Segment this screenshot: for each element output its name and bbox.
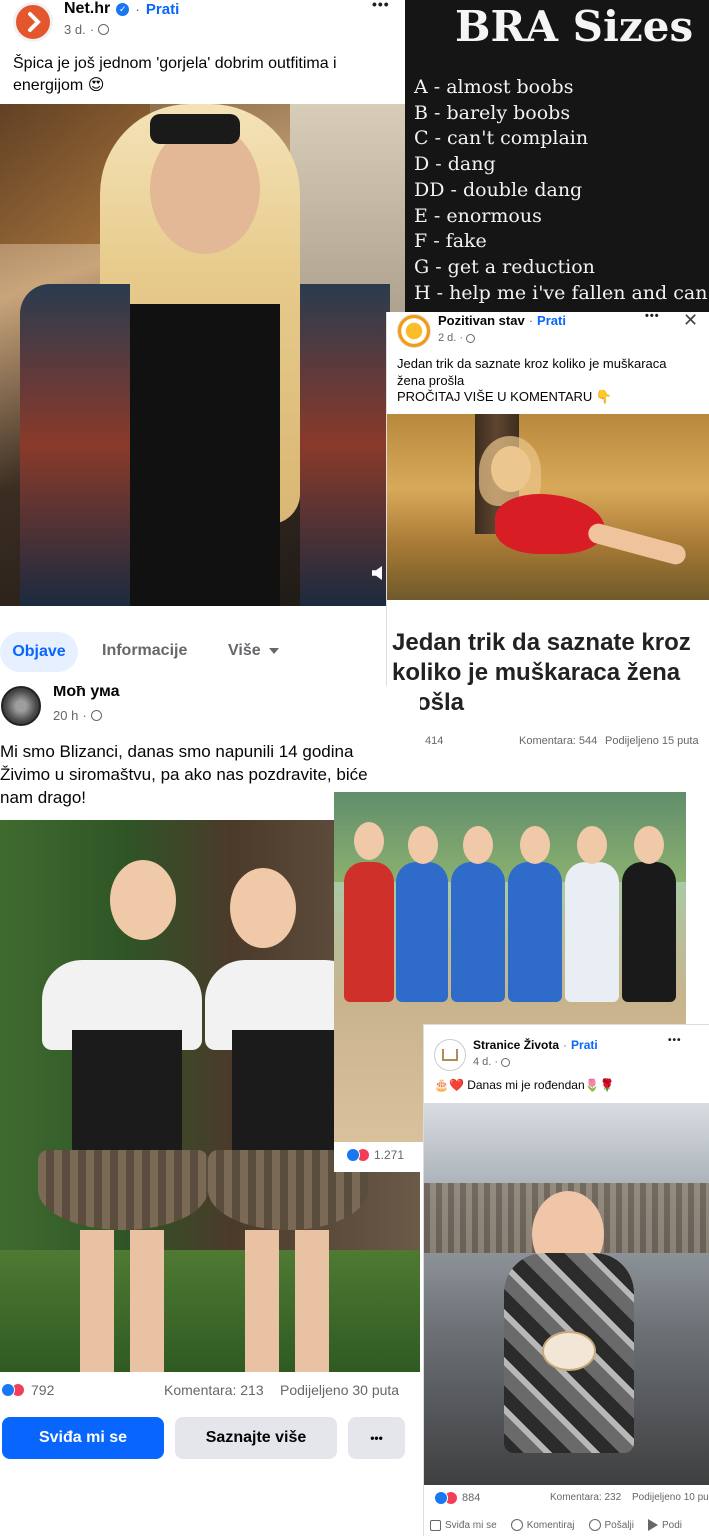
sun-avatar[interactable]	[397, 314, 431, 348]
more-button[interactable]: •••	[348, 1417, 405, 1459]
like-reaction-icon	[1, 1383, 15, 1397]
share-count[interactable]: Podijeljeno 10 pu	[632, 1492, 709, 1503]
reaction-count: 792	[31, 1382, 55, 1398]
follow-link[interactable]: Prati	[146, 1, 179, 18]
more-options-icon[interactable]: •••	[372, 0, 390, 12]
bra-line: B - barely boobs	[414, 102, 571, 124]
like-reaction-icon	[346, 1148, 360, 1162]
post-pozitivan-stav: Pozitivan stav · Prati 2 d. · ••• ✕ Jedan…	[386, 312, 709, 754]
reaction-summary[interactable]: 792	[1, 1382, 54, 1398]
post-nethr: Net.hr ✓ · Prati 3 d. · ••• Špica je još …	[0, 0, 405, 606]
nethr-avatar[interactable]	[13, 2, 53, 42]
follow-link[interactable]: Prati	[571, 1038, 598, 1052]
meme-title: BRA Sizes	[455, 2, 694, 51]
post-text-cta: PROČITAJ VIŠE U KOMENTARU 👇	[397, 389, 613, 404]
mocuma-avatar[interactable]	[1, 686, 41, 726]
share-count[interactable]: Podijeljeno 15 puta	[605, 735, 699, 747]
more-options-icon[interactable]: •••	[645, 312, 660, 322]
send-action[interactable]: Pošalji	[588, 1519, 634, 1531]
follow-link[interactable]: Prati	[537, 313, 566, 328]
action-label: Podi	[661, 1519, 682, 1531]
bra-line: H - help me i've fallen and can't	[414, 282, 709, 304]
verified-icon: ✓	[116, 2, 130, 16]
comment-count[interactable]: Komentara: 544	[519, 735, 597, 747]
globe-icon	[466, 333, 476, 343]
reaction-count: 1.271	[374, 1148, 405, 1162]
globe-icon	[90, 710, 102, 721]
globe-icon	[98, 24, 110, 35]
post-text: 🎂❤️ Danas mi je rođendan🌷🌹	[434, 1078, 615, 1092]
bra-line: C - can't complain	[414, 127, 589, 149]
like-action[interactable]: Sviđa mi se	[430, 1519, 497, 1531]
bra-line: A - almost boobs	[414, 76, 574, 98]
page-name[interactable]: Net.hr	[64, 0, 110, 18]
page-name[interactable]: Моћ ума	[53, 686, 120, 701]
bra-line: DD - double dang	[414, 179, 583, 201]
more-dots-icon: •••	[370, 1431, 383, 1445]
post-time[interactable]: 3 d.	[64, 22, 86, 37]
bra-line: F - fake	[414, 230, 487, 252]
chevron-right-icon	[28, 12, 41, 32]
action-label: Sviđa mi se	[445, 1519, 497, 1531]
page-name[interactable]: Pozitivan stav	[438, 313, 525, 328]
learn-more-button[interactable]: Saznajte više	[175, 1417, 337, 1459]
link-headline[interactable]: Jedan trik da saznate kroz koliko je muš…	[392, 628, 709, 718]
post-photo-woman-red-dress[interactable]	[387, 414, 709, 600]
like-page-button[interactable]: Sviđa mi se	[2, 1417, 164, 1459]
page-name[interactable]: Stranice Života	[473, 1038, 559, 1052]
tab-objave[interactable]: Objave	[0, 632, 78, 672]
action-label: Pošalji	[604, 1519, 634, 1531]
post-text: Špica je još jednom 'gorjela' dobrim out…	[13, 55, 337, 94]
post-stranice-zivota: Stranice Života · Prati 4 d. · ••• 🎂❤️ Da…	[423, 1024, 709, 1536]
bra-line: G - get a reduction	[414, 256, 595, 278]
comment-action[interactable]: Komentiraj	[510, 1519, 575, 1531]
post-photo-woman-blonde[interactable]	[0, 104, 405, 606]
comment-count[interactable]: Komentara: 213	[164, 1382, 264, 1398]
reaction-count: 414	[425, 735, 444, 747]
share-count[interactable]: Podijeljeno 30 puta	[280, 1382, 399, 1398]
reaction-summary[interactable]: 1.271	[346, 1148, 404, 1162]
button-label: Saznajte više	[205, 1429, 307, 1446]
share-icon	[647, 1519, 658, 1531]
tab-label: Više	[228, 642, 261, 659]
tab-vise[interactable]: Više	[228, 642, 279, 660]
comment-icon	[510, 1519, 523, 1531]
profile-tabs: Objave Informacije Više	[0, 606, 386, 686]
action-label: Komentiraj	[526, 1519, 575, 1531]
tab-label: Objave	[12, 643, 66, 660]
like-reaction-icon	[434, 1491, 448, 1505]
tab-informacije[interactable]: Informacije	[102, 642, 187, 660]
close-icon[interactable]: ✕	[683, 312, 698, 331]
caret-down-icon	[268, 648, 279, 654]
share-action[interactable]: Podi	[647, 1519, 682, 1531]
post-text: Jedan trik da saznate kroz koliko je muš…	[397, 356, 667, 388]
reaction-count: 884	[462, 1492, 481, 1504]
post-time[interactable]: 20 h	[53, 708, 78, 723]
reaction-summary[interactable]: 884	[434, 1491, 480, 1505]
book-icon	[442, 1049, 458, 1061]
globe-icon	[501, 1057, 511, 1067]
post-time[interactable]: 2 d.	[438, 332, 456, 344]
thumbs-up-icon	[430, 1519, 441, 1531]
whatsapp-icon	[588, 1519, 601, 1531]
book-avatar[interactable]	[434, 1039, 466, 1071]
bra-line: D - dang	[414, 153, 496, 175]
comment-count[interactable]: Komentara: 232	[550, 1492, 621, 1503]
tab-label: Informacije	[102, 642, 188, 659]
bra-line: E - enormous	[414, 205, 542, 227]
more-options-icon[interactable]: •••	[668, 1035, 682, 1046]
post-time[interactable]: 4 d.	[473, 1056, 491, 1068]
button-label: Sviđa mi se	[38, 1429, 128, 1446]
post-photo-child-birthday[interactable]	[424, 1103, 709, 1485]
